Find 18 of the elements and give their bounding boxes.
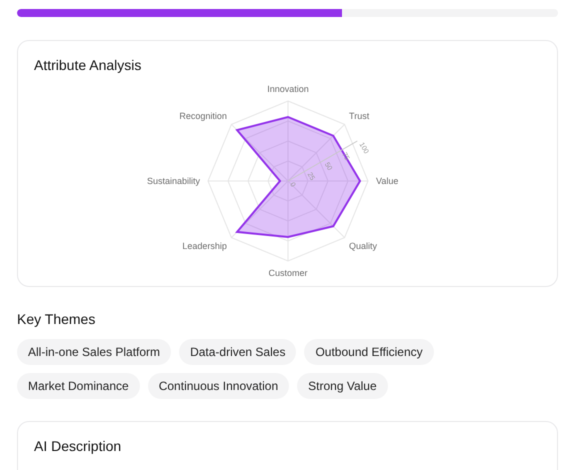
axis-label: Quality — [348, 241, 377, 252]
card-title: AI Description — [34, 438, 122, 454]
axis-label: Trust — [348, 110, 369, 121]
theme-tag: Strong Value — [297, 373, 388, 399]
section-title: Key Themes — [17, 311, 96, 327]
axis-label: Sustainability — [146, 176, 200, 186]
theme-tag: Data-driven Sales — [179, 339, 296, 365]
axis-label: Customer — [268, 268, 307, 276]
axis-label: Recognition — [178, 110, 226, 121]
theme-tag: Outbound Efficiency — [304, 339, 434, 365]
radius-axis — [287, 140, 358, 182]
theme-tag: Market Dominance — [17, 373, 140, 399]
axis-label: Value — [376, 176, 398, 186]
theme-tag: All-in-one Sales Platform — [17, 339, 172, 365]
axis-label: Innovation — [266, 84, 308, 94]
axis-label: Leadership — [182, 241, 226, 252]
card-title: Attribute Analysis — [34, 57, 142, 73]
theme-tag: Continuous Innovation — [148, 373, 290, 399]
